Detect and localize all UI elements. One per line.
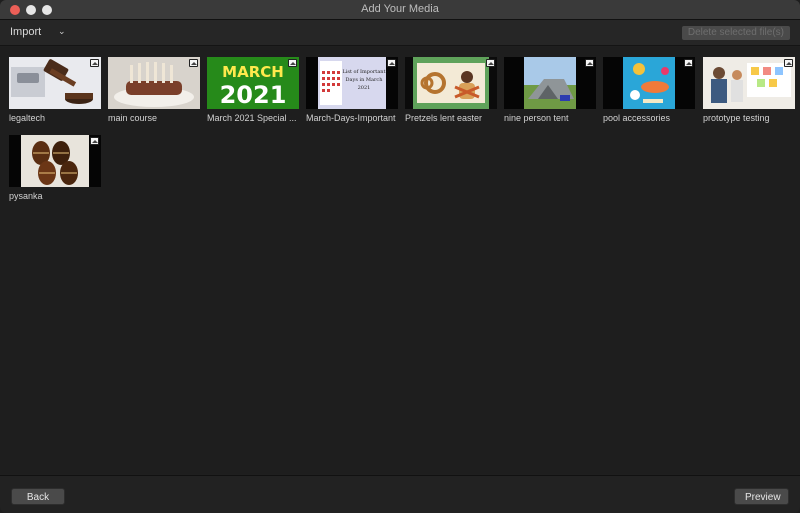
media-title: legaltech (9, 113, 46, 123)
media-thumbnail[interactable] (504, 57, 596, 109)
delete-selected-button[interactable]: Delete selected file(s) (681, 26, 790, 40)
image-icon (90, 59, 99, 67)
image-icon (288, 59, 297, 67)
rack-of-lamb-thumbnail (108, 57, 200, 109)
add-media-window: Add Your Media Import ⌄ Delete selected … (0, 0, 800, 513)
window-title: Add Your Media (361, 3, 439, 15)
media-title: prototype testing (703, 113, 770, 123)
media-title: March 2021 Special ... (207, 113, 297, 123)
march-word: MARCH (222, 63, 284, 81)
media-grid: legaltech main course MARCH 2021 March 2… (0, 47, 800, 474)
media-title: Pretzels lent easter (405, 113, 483, 123)
media-title: nine person tent (504, 113, 569, 123)
image-icon (585, 59, 594, 67)
media-thumbnail[interactable] (9, 57, 101, 109)
media-thumbnail[interactable]: MARCH 2021 (207, 57, 299, 109)
media-thumbnail[interactable] (703, 57, 795, 109)
image-icon (90, 137, 99, 145)
preview-button[interactable]: Preview (734, 488, 789, 505)
media-thumbnail[interactable] (9, 135, 101, 187)
media-title: March-Days-Important (306, 113, 396, 123)
list-line1: List of Important (342, 69, 385, 75)
back-button[interactable]: Back (11, 488, 65, 505)
image-icon (784, 59, 793, 67)
image-icon (189, 59, 198, 67)
media-thumbnail[interactable] (108, 57, 200, 109)
image-icon (387, 59, 396, 67)
march-days-list-thumbnail: List of Important Days in March 2021 (306, 57, 398, 109)
list-line2: Days in March (346, 77, 384, 83)
list-line3: 2021 (358, 85, 371, 91)
image-icon (684, 59, 693, 67)
bottom-bar: Back Preview (0, 475, 800, 513)
media-thumbnail[interactable]: List of Important Days in March 2021 (306, 57, 398, 109)
pool-thumbnail (603, 57, 695, 109)
prototype-testing-thumbnail (703, 57, 795, 109)
march-year: 2021 (220, 81, 287, 109)
pretzel-thumbnail (405, 57, 497, 109)
media-title: pool accessories (603, 113, 671, 123)
media-thumbnail[interactable] (405, 57, 497, 109)
march-2021-thumbnail: MARCH 2021 (207, 57, 299, 109)
image-icon (486, 59, 495, 67)
media-thumbnail[interactable] (603, 57, 695, 109)
toolbar: Import ⌄ Delete selected file(s) (0, 20, 800, 46)
import-menu-button[interactable]: Import (10, 26, 41, 38)
pysanka-eggs-thumbnail (9, 135, 101, 187)
gavel-robot-thumbnail (9, 57, 101, 109)
tent-thumbnail (504, 57, 596, 109)
title-bar: Add Your Media (0, 0, 800, 20)
media-title: main course (108, 113, 158, 123)
chevron-down-icon[interactable]: ⌄ (58, 26, 66, 37)
media-title: pysanka (9, 191, 43, 201)
